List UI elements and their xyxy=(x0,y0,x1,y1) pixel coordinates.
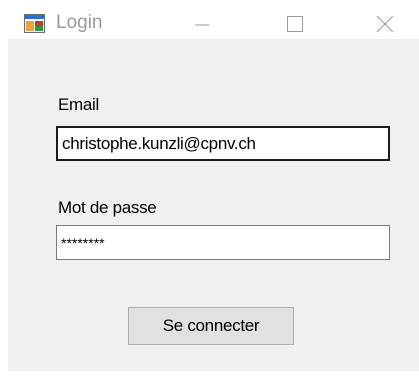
email-label: Email xyxy=(58,95,100,114)
password-label: Mot de passe xyxy=(58,198,157,217)
maximize-icon xyxy=(287,16,303,32)
form-client-area: Email Mot de passe Se connecter xyxy=(8,39,419,371)
window-title: Login xyxy=(56,12,103,33)
windows-form-icon xyxy=(24,14,45,33)
email-field[interactable] xyxy=(56,126,390,161)
password-field[interactable] xyxy=(56,225,390,260)
minimize-icon xyxy=(195,24,209,26)
close-icon xyxy=(376,15,394,33)
login-window: Login Email Mot de passe Se connecter xyxy=(0,0,419,379)
connect-button[interactable]: Se connecter xyxy=(128,307,294,345)
